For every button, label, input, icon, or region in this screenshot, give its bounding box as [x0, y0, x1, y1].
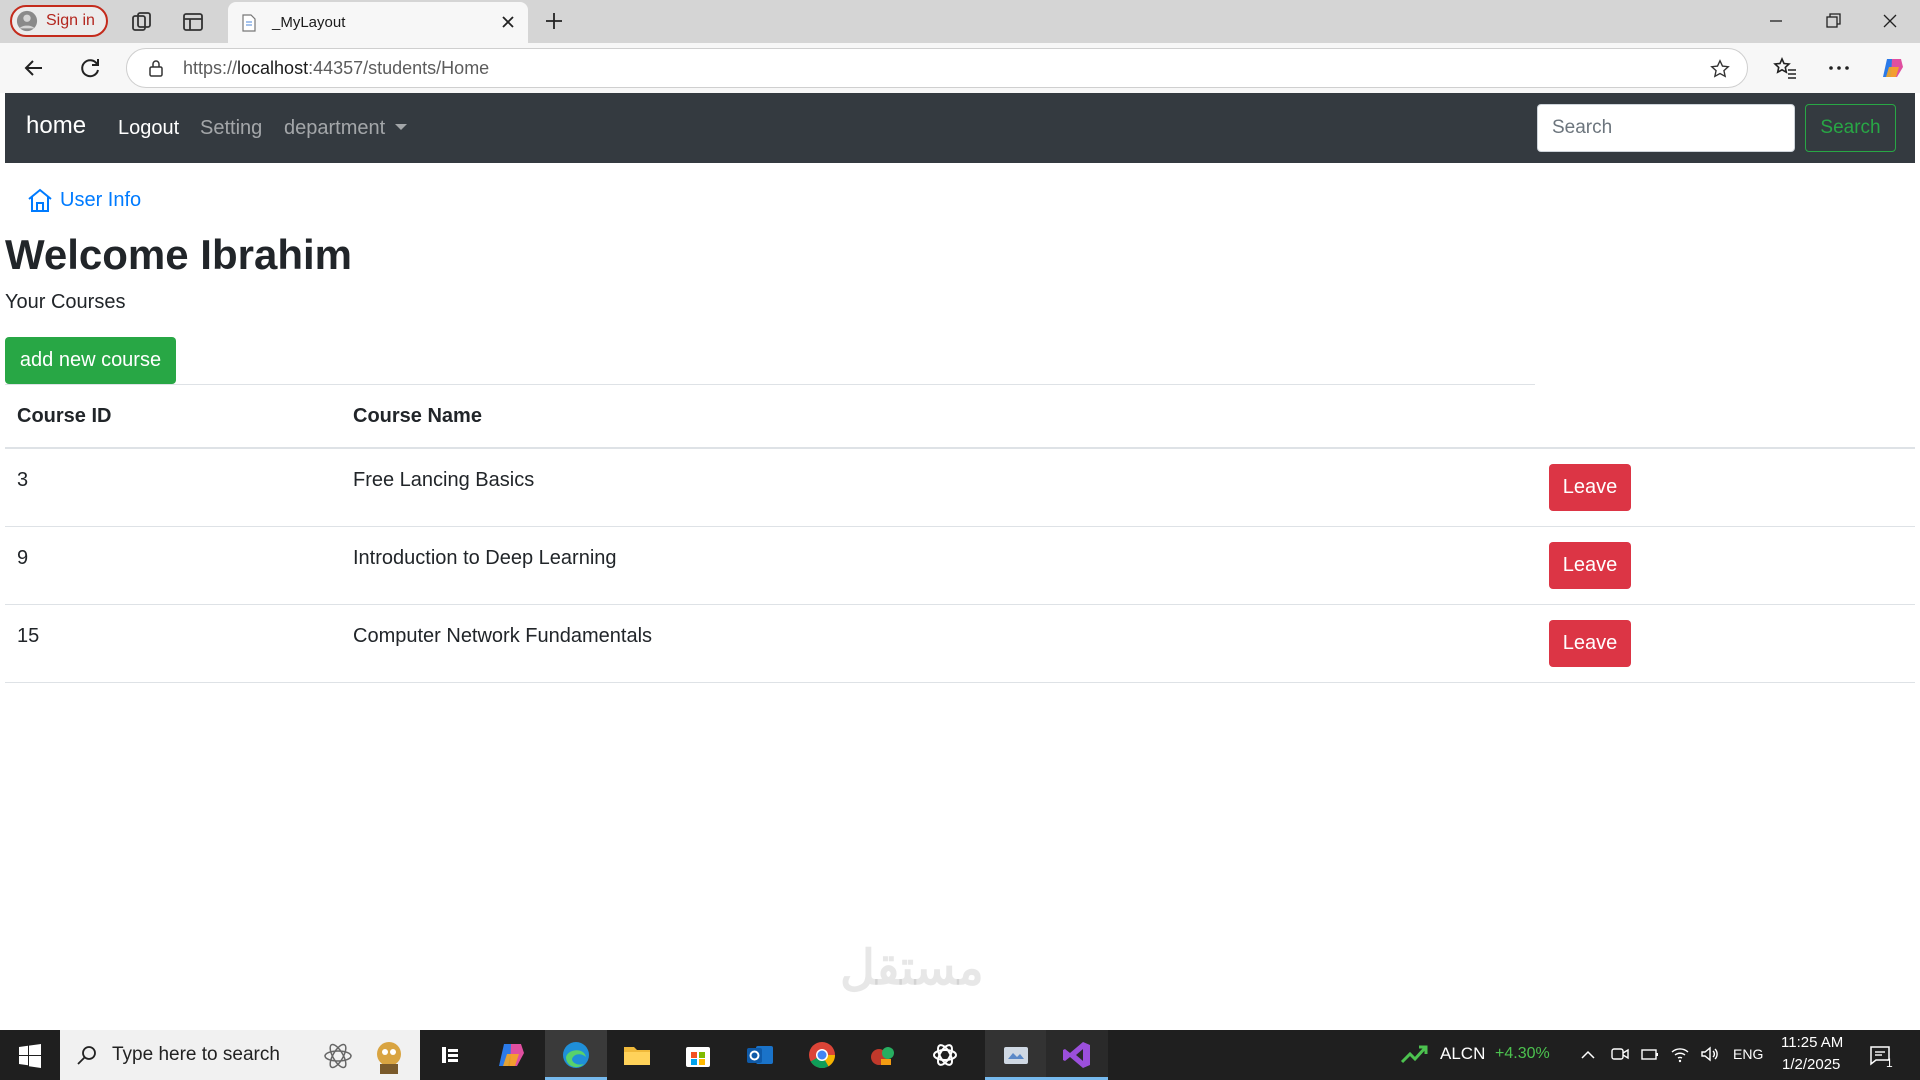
favorites-icon[interactable]: [1772, 55, 1798, 81]
app-icon[interactable]: [1000, 1039, 1032, 1071]
nav-dropdown-department[interactable]: department: [284, 117, 408, 140]
plus-icon[interactable]: [542, 9, 566, 33]
nav-link-department-label: department: [284, 117, 386, 139]
refresh-icon[interactable]: [77, 55, 103, 81]
leave-button[interactable]: Leave: [1549, 620, 1631, 667]
course-name-cell: Free Lancing Basics: [353, 469, 535, 491]
nav-link-setting[interactable]: Setting: [200, 117, 262, 140]
search-input[interactable]: [1537, 104, 1795, 152]
stock-change: +4.30%: [1495, 1045, 1550, 1062]
url-path: :44357/students/Home: [308, 57, 490, 78]
copilot-icon[interactable]: [1880, 55, 1906, 81]
star-icon[interactable]: [1709, 58, 1731, 80]
column-header-course-id: Course ID: [17, 405, 112, 427]
copilot-icon[interactable]: [496, 1039, 528, 1071]
wifi-icon[interactable]: [1670, 1044, 1690, 1064]
home-icon: [28, 188, 52, 212]
address-bar[interactable]: https://localhost:44357/students/Home: [126, 48, 1748, 88]
volume-icon[interactable]: [1699, 1044, 1719, 1064]
stock-trend-icon: [1400, 1045, 1428, 1064]
more-icon[interactable]: [1826, 55, 1852, 81]
browser-toolbar: https://localhost:44357/students/Home: [0, 43, 1920, 93]
outlook-icon[interactable]: [744, 1039, 776, 1071]
course-id-cell: 9: [17, 547, 29, 569]
clock-time[interactable]: 11:25 AM: [1781, 1034, 1843, 1051]
table-row: 3 Free Lancing Basics Leave: [5, 449, 1915, 527]
search-button[interactable]: Search: [1805, 104, 1896, 152]
windows-start-icon[interactable]: [18, 1044, 42, 1068]
leave-button[interactable]: Leave: [1549, 464, 1631, 511]
tab-title: _MyLayout: [272, 14, 346, 31]
notification-count: 1: [1886, 1056, 1893, 1070]
search-highlight-icon: [377, 1042, 401, 1074]
chrome-icon[interactable]: [806, 1039, 838, 1071]
microsoft-store-icon[interactable]: [682, 1039, 714, 1071]
table-row: 9 Introduction to Deep Learning Leave: [5, 527, 1915, 605]
meet-now-icon[interactable]: [1610, 1044, 1630, 1064]
language-indicator[interactable]: ENG: [1733, 1046, 1763, 1062]
url-host: localhost: [237, 57, 309, 78]
workspaces-icon[interactable]: [130, 10, 154, 34]
page-title: Welcome Ibrahim: [5, 231, 352, 278]
course-name-cell: Introduction to Deep Learning: [353, 547, 617, 569]
stock-name[interactable]: ALCN: [1440, 1044, 1485, 1064]
chevron-up-icon[interactable]: [1580, 1047, 1596, 1063]
close-icon[interactable]: [498, 12, 518, 32]
clock-date[interactable]: 1/2/2025: [1782, 1056, 1840, 1073]
close-icon[interactable]: [1876, 8, 1904, 34]
nav-link-logout[interactable]: Logout: [118, 117, 179, 140]
visual-studio-icon[interactable]: [1061, 1039, 1093, 1071]
navbar: home Logout Setting department Search: [5, 93, 1915, 163]
battery-icon[interactable]: [1640, 1044, 1660, 1064]
app-icon[interactable]: [867, 1039, 899, 1071]
navbar-brand-home[interactable]: home: [26, 112, 86, 140]
course-name-cell: Computer Network Fundamentals: [353, 625, 653, 647]
sign-in-button[interactable]: Sign in: [10, 5, 108, 37]
taskbar: Type here to search ALCN +4.30% ENG 11:2…: [0, 1030, 1920, 1080]
user-info-link[interactable]: User Info: [26, 186, 141, 214]
user-info-label: User Info: [60, 188, 142, 211]
tab-mylayout[interactable]: _MyLayout: [228, 2, 528, 43]
leave-button[interactable]: Leave: [1549, 542, 1631, 589]
lock-icon[interactable]: [147, 59, 165, 77]
file-explorer-icon[interactable]: [621, 1039, 653, 1071]
course-id-cell: 15: [17, 625, 40, 647]
back-icon[interactable]: [21, 55, 47, 81]
chevron-down-icon: [395, 124, 408, 130]
task-view-icon[interactable]: [434, 1039, 466, 1071]
sign-in-label: Sign in: [46, 12, 95, 29]
minimize-icon[interactable]: [1762, 8, 1790, 34]
table-row: 15 Computer Network Fundamentals Leave: [5, 605, 1915, 683]
search-icon: [77, 1046, 96, 1065]
restore-icon[interactable]: [1819, 8, 1847, 34]
watermark-logo: مستقل: [840, 942, 984, 995]
taskbar-search[interactable]: Type here to search: [60, 1030, 420, 1080]
tab-actions-icon[interactable]: [181, 10, 205, 34]
profile-icon: [16, 10, 38, 32]
edge-icon[interactable]: [560, 1039, 592, 1071]
course-id-cell: 3: [17, 469, 29, 491]
taskbar-search-text: Type here to search: [112, 1044, 280, 1065]
add-new-course-button[interactable]: add new course: [5, 337, 176, 384]
page-icon: [242, 13, 256, 32]
atom-icon: [324, 1043, 352, 1069]
url-prefix: https://: [183, 57, 238, 78]
chatgpt-icon[interactable]: [929, 1039, 961, 1071]
table-header-row: Course ID Course Name: [5, 385, 1915, 449]
section-subtitle: Your Courses: [5, 291, 126, 313]
browser-tab-strip: Sign in _MyLayout: [0, 0, 1920, 43]
column-header-course-name: Course Name: [353, 405, 482, 427]
page-content: home Logout Setting department Search Us…: [5, 93, 1915, 1027]
courses-table: Course ID Course Name 3 Free Lancing Bas…: [5, 385, 1915, 683]
